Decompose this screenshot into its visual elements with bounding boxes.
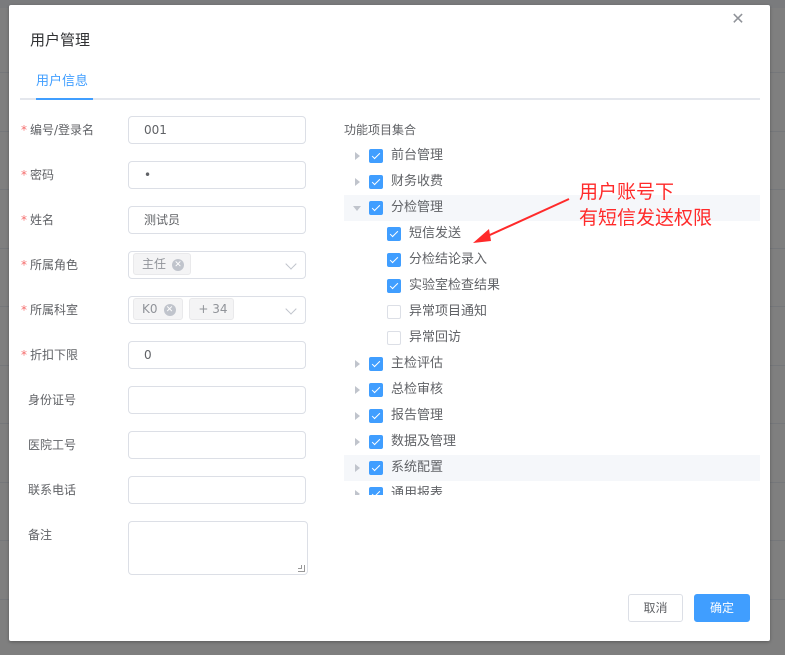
login-label: * 编号/登录名	[21, 123, 95, 137]
tree-node-label: 报告管理	[391, 408, 444, 423]
remark-label: 备注	[28, 528, 53, 542]
user-management-dialog: 用户管理 ✕ 用户信息 * 编号/登录名 001 * 密码 • * 姓名 测试员 * 所…	[9, 5, 770, 641]
discount-input[interactable]: 0	[128, 341, 306, 369]
close-icon[interactable]: ✕	[730, 11, 746, 27]
tag-close-icon[interactable]: ✕	[163, 303, 176, 316]
dialog-title: 用户管理	[30, 31, 91, 49]
tree-node[interactable]: 主检评估	[344, 351, 760, 377]
annotation-line: 用户账号下	[579, 181, 675, 203]
tree-node-label: 异常项目通知	[409, 304, 488, 319]
caret-right-icon[interactable]	[355, 178, 360, 186]
tree-node-label: 异常回访	[409, 330, 462, 345]
phone-label: 联系电话	[28, 483, 77, 497]
dept-more-tag: + 34	[189, 298, 235, 320]
hospital-no-label: 医院工号	[28, 438, 77, 452]
caret-right-icon[interactable]	[355, 386, 360, 394]
checkbox[interactable]	[369, 435, 383, 449]
password-input[interactable]: •	[128, 161, 306, 189]
role-select[interactable]: 主任 ✕	[128, 251, 306, 279]
caret-right-icon[interactable]	[355, 360, 360, 368]
role-label: * 所属角色	[21, 258, 79, 272]
tree-node-label: 短信发送	[409, 226, 462, 241]
checkbox[interactable]	[387, 279, 401, 293]
chevron-down-icon	[285, 258, 297, 270]
checkbox[interactable]	[369, 487, 383, 495]
tree-node-label: 主检评估	[391, 356, 444, 371]
annotation-line: 有短信发送权限	[579, 207, 713, 229]
tree-node-label: 财务收费	[391, 174, 444, 189]
tree-node-label: 分检结论录入	[409, 252, 488, 267]
checkbox[interactable]	[369, 175, 383, 189]
password-label: * 密码	[21, 168, 55, 182]
login-input[interactable]: 001	[128, 116, 306, 144]
annotation-text: 用户账号下 有短信发送权限	[579, 179, 712, 231]
discount-label: * 折扣下限	[21, 348, 79, 362]
chevron-down-icon	[285, 303, 297, 315]
caret-right-icon[interactable]	[355, 464, 360, 472]
tree-node-label: 分检管理	[391, 200, 444, 215]
dept-label: * 所属科室	[21, 303, 79, 317]
tree-node-label: 总检审核	[391, 382, 444, 397]
idcard-label: 身份证号	[28, 393, 77, 407]
tree-node[interactable]: 实验室检查结果	[344, 273, 760, 299]
caret-down-icon[interactable]	[353, 206, 361, 211]
checkbox[interactable]	[369, 149, 383, 163]
tag-close-icon[interactable]: ✕	[172, 258, 185, 271]
checkbox[interactable]	[369, 461, 383, 475]
checkbox[interactable]	[369, 201, 383, 215]
annotation-arrow-icon	[473, 198, 570, 243]
function-tree-title: 功能项目集合	[344, 123, 417, 137]
checkbox[interactable]	[387, 253, 401, 267]
tree-node[interactable]: 分检结论录入	[344, 247, 760, 273]
caret-right-icon[interactable]	[355, 490, 360, 495]
tree-node-label: 系统配置	[391, 460, 444, 475]
checkbox[interactable]	[387, 305, 401, 319]
tree-node[interactable]: 异常回访	[344, 325, 760, 351]
tree-node[interactable]: 异常项目通知	[344, 299, 760, 325]
phone-input[interactable]	[128, 476, 306, 504]
confirm-button[interactable]: 确定	[694, 594, 750, 622]
resize-handle-icon[interactable]	[298, 565, 305, 572]
tree-node[interactable]: 总检审核	[344, 377, 760, 403]
tree-node[interactable]: 前台管理	[344, 143, 760, 169]
tab-user-info[interactable]: 用户信息	[36, 70, 88, 89]
name-label: * 姓名	[21, 213, 55, 227]
role-tag: 主任 ✕	[133, 253, 192, 275]
tree-node-label: 前台管理	[391, 148, 444, 163]
checkbox[interactable]	[369, 383, 383, 397]
caret-right-icon[interactable]	[355, 152, 360, 160]
tree-node[interactable]: 报告管理	[344, 403, 760, 429]
idcard-input[interactable]	[128, 386, 306, 414]
tree-node[interactable]: 系统配置	[344, 455, 760, 481]
checkbox[interactable]	[369, 409, 383, 423]
caret-right-icon[interactable]	[355, 412, 360, 420]
remark-textarea[interactable]	[128, 521, 308, 575]
tree-node[interactable]: 数据及管理	[344, 429, 760, 455]
checkbox[interactable]	[387, 331, 401, 345]
name-input[interactable]: 测试员	[128, 206, 306, 234]
caret-right-icon[interactable]	[355, 438, 360, 446]
tree-node-label: 数据及管理	[391, 434, 457, 449]
tree-node[interactable]: 通用报表	[344, 481, 760, 495]
dept-select[interactable]: K0 ✕ + 34	[128, 296, 306, 324]
hospital-no-input[interactable]	[128, 431, 306, 459]
tree-node-label: 实验室检查结果	[409, 278, 501, 293]
checkbox[interactable]	[387, 227, 401, 241]
tree-node-label: 通用报表	[391, 486, 444, 495]
cancel-button[interactable]: 取消	[628, 594, 683, 622]
checkbox[interactable]	[369, 357, 383, 371]
dept-tag: K0 ✕	[133, 298, 183, 320]
tab-bar: 用户信息	[20, 61, 760, 100]
tab-active-indicator	[36, 98, 93, 100]
